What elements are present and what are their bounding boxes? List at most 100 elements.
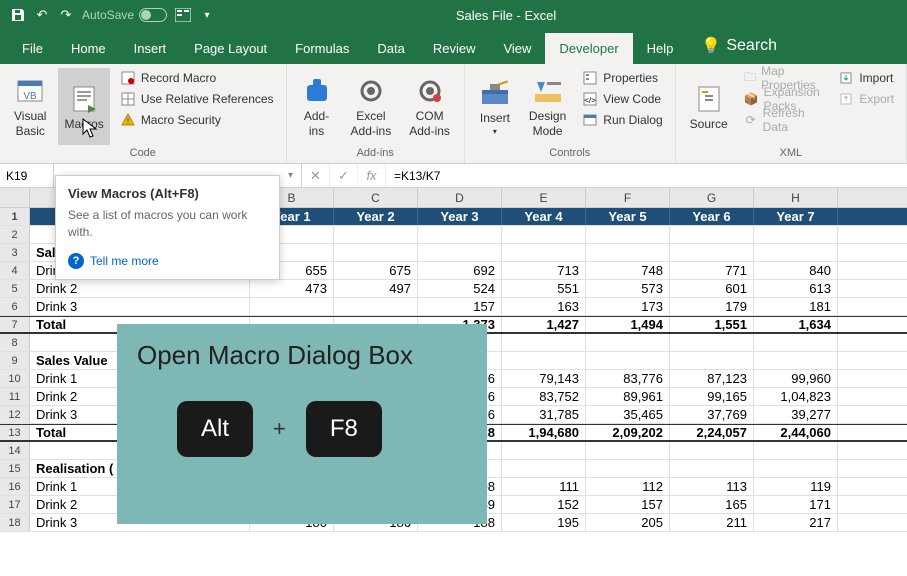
cell[interactable] [754, 334, 838, 351]
com-addins-button[interactable]: COM Add-ins [403, 68, 456, 145]
cell[interactable]: 152 [502, 496, 586, 513]
cell[interactable] [670, 334, 754, 351]
cell[interactable] [586, 334, 670, 351]
cell[interactable] [502, 442, 586, 459]
cell[interactable]: 35,465 [586, 406, 670, 423]
cell[interactable]: 99,165 [670, 388, 754, 405]
tab-home[interactable]: Home [57, 33, 120, 64]
cell[interactable]: 1,634 [754, 317, 838, 332]
cell[interactable]: 840 [754, 262, 838, 279]
cell[interactable]: 87,123 [670, 370, 754, 387]
cell[interactable]: 211 [670, 514, 754, 531]
cell[interactable]: 1,551 [670, 317, 754, 332]
name-dropdown-icon[interactable]: ▾ [288, 170, 293, 181]
col-header-H[interactable]: H [754, 188, 838, 207]
cell[interactable]: 181 [754, 298, 838, 315]
row-header-11[interactable]: 11 [0, 388, 30, 405]
col-header-G[interactable]: G [670, 188, 754, 207]
cell[interactable] [586, 244, 670, 261]
cell[interactable]: 675 [334, 262, 418, 279]
col-header-F[interactable]: F [586, 188, 670, 207]
run-dialog-button[interactable]: Run Dialog [578, 110, 666, 130]
visual-basic-button[interactable]: VB Visual Basic [8, 68, 52, 145]
tab-formulas[interactable]: Formulas [281, 33, 363, 64]
cell[interactable]: 1,04,823 [754, 388, 838, 405]
cell[interactable]: Year 7 [754, 208, 838, 225]
cell[interactable]: 524 [418, 280, 502, 297]
row-header-4[interactable]: 4 [0, 262, 30, 279]
cell[interactable]: Year 5 [586, 208, 670, 225]
export-button[interactable]: Export [834, 89, 898, 109]
cell[interactable]: 2,24,057 [670, 425, 754, 440]
tab-help[interactable]: Help [633, 33, 688, 64]
cell[interactable]: Year 3 [418, 208, 502, 225]
tab-developer[interactable]: Developer [545, 33, 632, 64]
cell[interactable] [586, 442, 670, 459]
cell[interactable]: 157 [586, 496, 670, 513]
cell[interactable]: Year 2 [334, 208, 418, 225]
import-button[interactable]: Import [834, 68, 898, 88]
cell[interactable] [754, 442, 838, 459]
row-header-1[interactable]: 1 [0, 208, 30, 225]
select-all-corner[interactable] [0, 188, 30, 207]
row-header-2[interactable]: 2 [0, 226, 30, 243]
row-header-16[interactable]: 16 [0, 478, 30, 495]
tab-insert[interactable]: Insert [120, 33, 181, 64]
cell[interactable]: 165 [670, 496, 754, 513]
cell[interactable]: 1,494 [586, 317, 670, 332]
save-icon[interactable] [10, 7, 26, 23]
cell[interactable]: Year 4 [502, 208, 586, 225]
cell[interactable]: 613 [754, 280, 838, 297]
cell[interactable]: 37,769 [670, 406, 754, 423]
source-button[interactable]: Source [684, 68, 734, 145]
cell[interactable] [502, 352, 586, 369]
cell[interactable]: 573 [586, 280, 670, 297]
cell[interactable]: 771 [670, 262, 754, 279]
cell[interactable]: 497 [334, 280, 418, 297]
cell[interactable]: 31,785 [502, 406, 586, 423]
cell[interactable] [334, 226, 418, 243]
cell[interactable]: Drink 2 [30, 280, 250, 297]
cell[interactable]: 551 [502, 280, 586, 297]
row-header-17[interactable]: 17 [0, 496, 30, 513]
cell[interactable]: 601 [670, 280, 754, 297]
cell[interactable]: 179 [670, 298, 754, 315]
tab-page-layout[interactable]: Page Layout [180, 33, 281, 64]
cell[interactable] [502, 226, 586, 243]
use-relative-references-button[interactable]: Use Relative References [116, 89, 278, 109]
tab-data[interactable]: Data [363, 33, 418, 64]
qat-customize-icon[interactable]: ▾ [199, 7, 215, 23]
refresh-data-button[interactable]: ⟳Refresh Data [740, 110, 829, 130]
cell[interactable] [670, 442, 754, 459]
cell[interactable] [754, 352, 838, 369]
cell[interactable] [586, 352, 670, 369]
row-header-14[interactable]: 14 [0, 442, 30, 459]
cell[interactable] [670, 226, 754, 243]
cell[interactable]: 2,44,060 [754, 425, 838, 440]
formula-input[interactable]: =K13/K7 [386, 169, 907, 183]
cell[interactable]: 111 [502, 478, 586, 495]
tab-review[interactable]: Review [419, 33, 490, 64]
col-header-E[interactable]: E [502, 188, 586, 207]
col-header-D[interactable]: D [418, 188, 502, 207]
design-mode-button[interactable]: Design Mode [523, 68, 572, 145]
excel-addins-button[interactable]: Excel Add-ins [345, 68, 398, 145]
tell-me-more-link[interactable]: ? Tell me more [68, 253, 267, 269]
enter-formula-icon[interactable]: ✓ [330, 164, 358, 187]
cell[interactable] [334, 244, 418, 261]
cell[interactable] [754, 460, 838, 477]
cell[interactable]: 1,427 [502, 317, 586, 332]
cell[interactable]: 748 [586, 262, 670, 279]
cell[interactable] [502, 460, 586, 477]
row-header-12[interactable]: 12 [0, 406, 30, 423]
undo-icon[interactable]: ↶ [34, 7, 50, 23]
cell[interactable]: 112 [586, 478, 670, 495]
row-header-8[interactable]: 8 [0, 334, 30, 351]
cell[interactable]: 163 [502, 298, 586, 315]
cell[interactable] [754, 244, 838, 261]
row-header-6[interactable]: 6 [0, 298, 30, 315]
name-box[interactable]: K19 [0, 164, 54, 187]
fx-icon[interactable]: fx [358, 164, 386, 187]
cell[interactable]: 205 [586, 514, 670, 531]
cell[interactable] [754, 226, 838, 243]
